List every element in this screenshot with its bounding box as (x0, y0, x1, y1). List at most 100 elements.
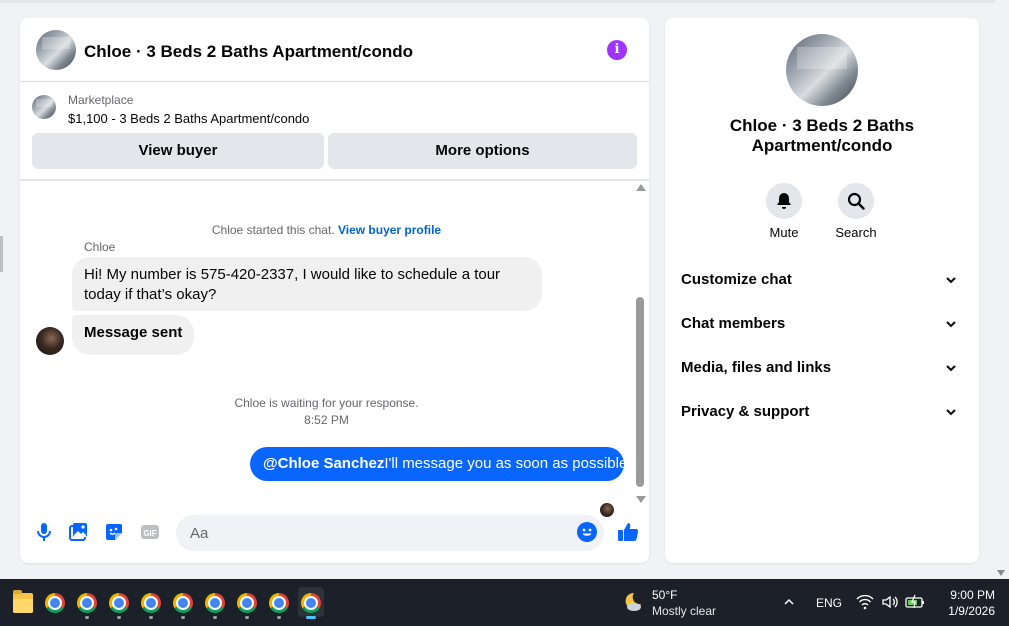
running-indicator (213, 616, 217, 619)
scroll-down-arrow-icon[interactable] (636, 496, 646, 503)
outgoing-message[interactable]: @Chloe SanchezI'll message you as soon a… (250, 447, 628, 481)
taskbar-chrome[interactable] (234, 587, 260, 619)
chevron-down-icon (946, 409, 956, 416)
weather-temperature[interactable]: 50°F (652, 588, 677, 602)
taskbar-chrome[interactable] (202, 587, 228, 619)
search-icon (847, 192, 865, 210)
conversation-info-panel: Chloe · 3 Beds 2 Baths Apartment/condo M… (665, 18, 979, 563)
weather-moon-icon[interactable] (620, 590, 644, 614)
waiting-notice: Chloe is waiting for your response. (234, 396, 419, 410)
chevron-down-icon (946, 277, 956, 284)
composer-bar: GIF (20, 511, 649, 563)
running-indicator (149, 616, 153, 619)
language-indicator[interactable]: ENG (816, 596, 842, 610)
chat-panel: Chloe · 3 Beds 2 Baths Apartment/condo i… (20, 18, 649, 563)
folder-icon (13, 590, 33, 613)
taskbar-chrome[interactable] (74, 587, 100, 619)
section-media-files-links[interactable]: Media, files and links (681, 356, 963, 380)
gif-icon[interactable]: GIF (138, 520, 162, 544)
search-label: Search (835, 225, 877, 240)
taskbar-chrome[interactable] (138, 587, 164, 619)
marketplace-label: Marketplace (68, 93, 134, 107)
listing-card: Marketplace $1,100 - 3 Beds 2 Baths Apar… (20, 83, 649, 179)
chrome-icon (205, 593, 225, 613)
message-input[interactable] (176, 515, 604, 551)
chrome-icon (237, 593, 257, 613)
chat-header: Chloe · 3 Beds 2 Baths Apartment/condo i (20, 18, 649, 82)
photo-icon[interactable] (66, 520, 90, 544)
chat-started-notice: Chloe started this chat. View buyer prof… (20, 223, 633, 237)
running-indicator (277, 616, 281, 619)
section-label: Privacy & support (681, 403, 810, 420)
outgoing-message-text: I'll message you as soon as possible (384, 455, 628, 472)
chevron-up-icon[interactable] (783, 596, 795, 608)
mute-button[interactable]: Mute (754, 183, 814, 240)
listing-thumbnail[interactable] (32, 95, 56, 119)
chrome-icon (109, 593, 129, 613)
section-label: Chat members (681, 315, 786, 332)
bell-icon (777, 193, 791, 209)
gif-label: GIF (143, 529, 156, 538)
mute-circle[interactable] (766, 183, 802, 219)
message-list: Chloe started this chat. View buyer prof… (20, 181, 633, 517)
section-privacy-support[interactable]: Privacy & support (681, 400, 963, 424)
taskbar-file-explorer[interactable] (10, 587, 36, 617)
taskbar-chrome[interactable] (42, 587, 68, 617)
chrome-icon (77, 593, 97, 613)
wifi-icon[interactable] (856, 594, 874, 610)
emoji-icon[interactable] (577, 522, 597, 542)
weather-description[interactable]: Mostly clear (652, 604, 716, 618)
chat-title[interactable]: Chloe · 3 Beds 2 Baths Apartment/condo (84, 42, 413, 62)
scroll-down-arrow-icon[interactable] (997, 570, 1005, 576)
chevron-down-icon (946, 365, 956, 372)
sender-avatar[interactable] (36, 327, 64, 355)
scroll-up-arrow-icon[interactable] (636, 184, 646, 191)
message-timestamp: 8:52 PM (304, 413, 349, 427)
chrome-icon (269, 593, 289, 613)
chat-started-text: Chloe started this chat. (211, 223, 335, 237)
thumbs-up-icon[interactable] (616, 520, 640, 544)
view-buyer-button[interactable]: View buyer (32, 133, 324, 169)
microphone-icon[interactable] (32, 520, 56, 544)
incoming-message[interactable]: Message sent (72, 315, 195, 355)
taskbar-chrome[interactable] (170, 587, 196, 619)
running-indicator (117, 616, 121, 619)
taskbar-chrome[interactable] (266, 587, 292, 619)
sticker-icon[interactable] (102, 520, 126, 544)
taskbar-chrome-active[interactable] (298, 587, 324, 619)
chrome-icon (173, 593, 193, 613)
window-edge (0, 236, 3, 272)
clock-date[interactable]: 1/9/2026 (935, 604, 995, 618)
battery-charging-icon[interactable] (905, 594, 925, 610)
taskbar-chrome[interactable] (106, 587, 132, 619)
sender-name: Chloe (84, 240, 116, 254)
chat-scrollbar[interactable] (633, 181, 649, 503)
section-label: Media, files and links (681, 359, 832, 376)
section-chat-members[interactable]: Chat members (681, 312, 963, 336)
running-indicator (245, 616, 249, 619)
chrome-icon (301, 593, 321, 613)
mention-link[interactable]: @Chloe Sanchez (263, 455, 384, 472)
section-label: Customize chat (681, 271, 792, 288)
running-indicator (181, 616, 185, 619)
section-customize-chat[interactable]: Customize chat (681, 268, 963, 292)
volume-icon[interactable] (881, 594, 899, 610)
profile-avatar[interactable] (786, 34, 858, 106)
search-circle[interactable] (838, 183, 874, 219)
chat-avatar[interactable] (36, 30, 76, 70)
incoming-message[interactable]: Hi! My number is 575-420-2337, I would l… (72, 257, 542, 311)
listing-price-title[interactable]: $1,100 - 3 Beds 2 Baths Apartment/condo (68, 111, 309, 126)
chrome-icon (141, 593, 161, 613)
chrome-icon (45, 593, 65, 613)
search-button[interactable]: Search (826, 183, 886, 240)
clock-time[interactable]: 9:00 PM (940, 588, 995, 602)
info-icon[interactable]: i (607, 40, 627, 60)
conversation-title: Chloe · 3 Beds 2 Baths Apartment/condo (729, 116, 915, 155)
chevron-down-icon (946, 321, 956, 328)
page-scrollbar[interactable] (995, 0, 1009, 578)
active-indicator (306, 616, 316, 619)
more-options-button[interactable]: More options (328, 133, 637, 169)
view-buyer-profile-link[interactable]: View buyer profile (338, 223, 441, 237)
mute-label: Mute (769, 225, 799, 240)
scroll-thumb[interactable] (636, 297, 644, 487)
